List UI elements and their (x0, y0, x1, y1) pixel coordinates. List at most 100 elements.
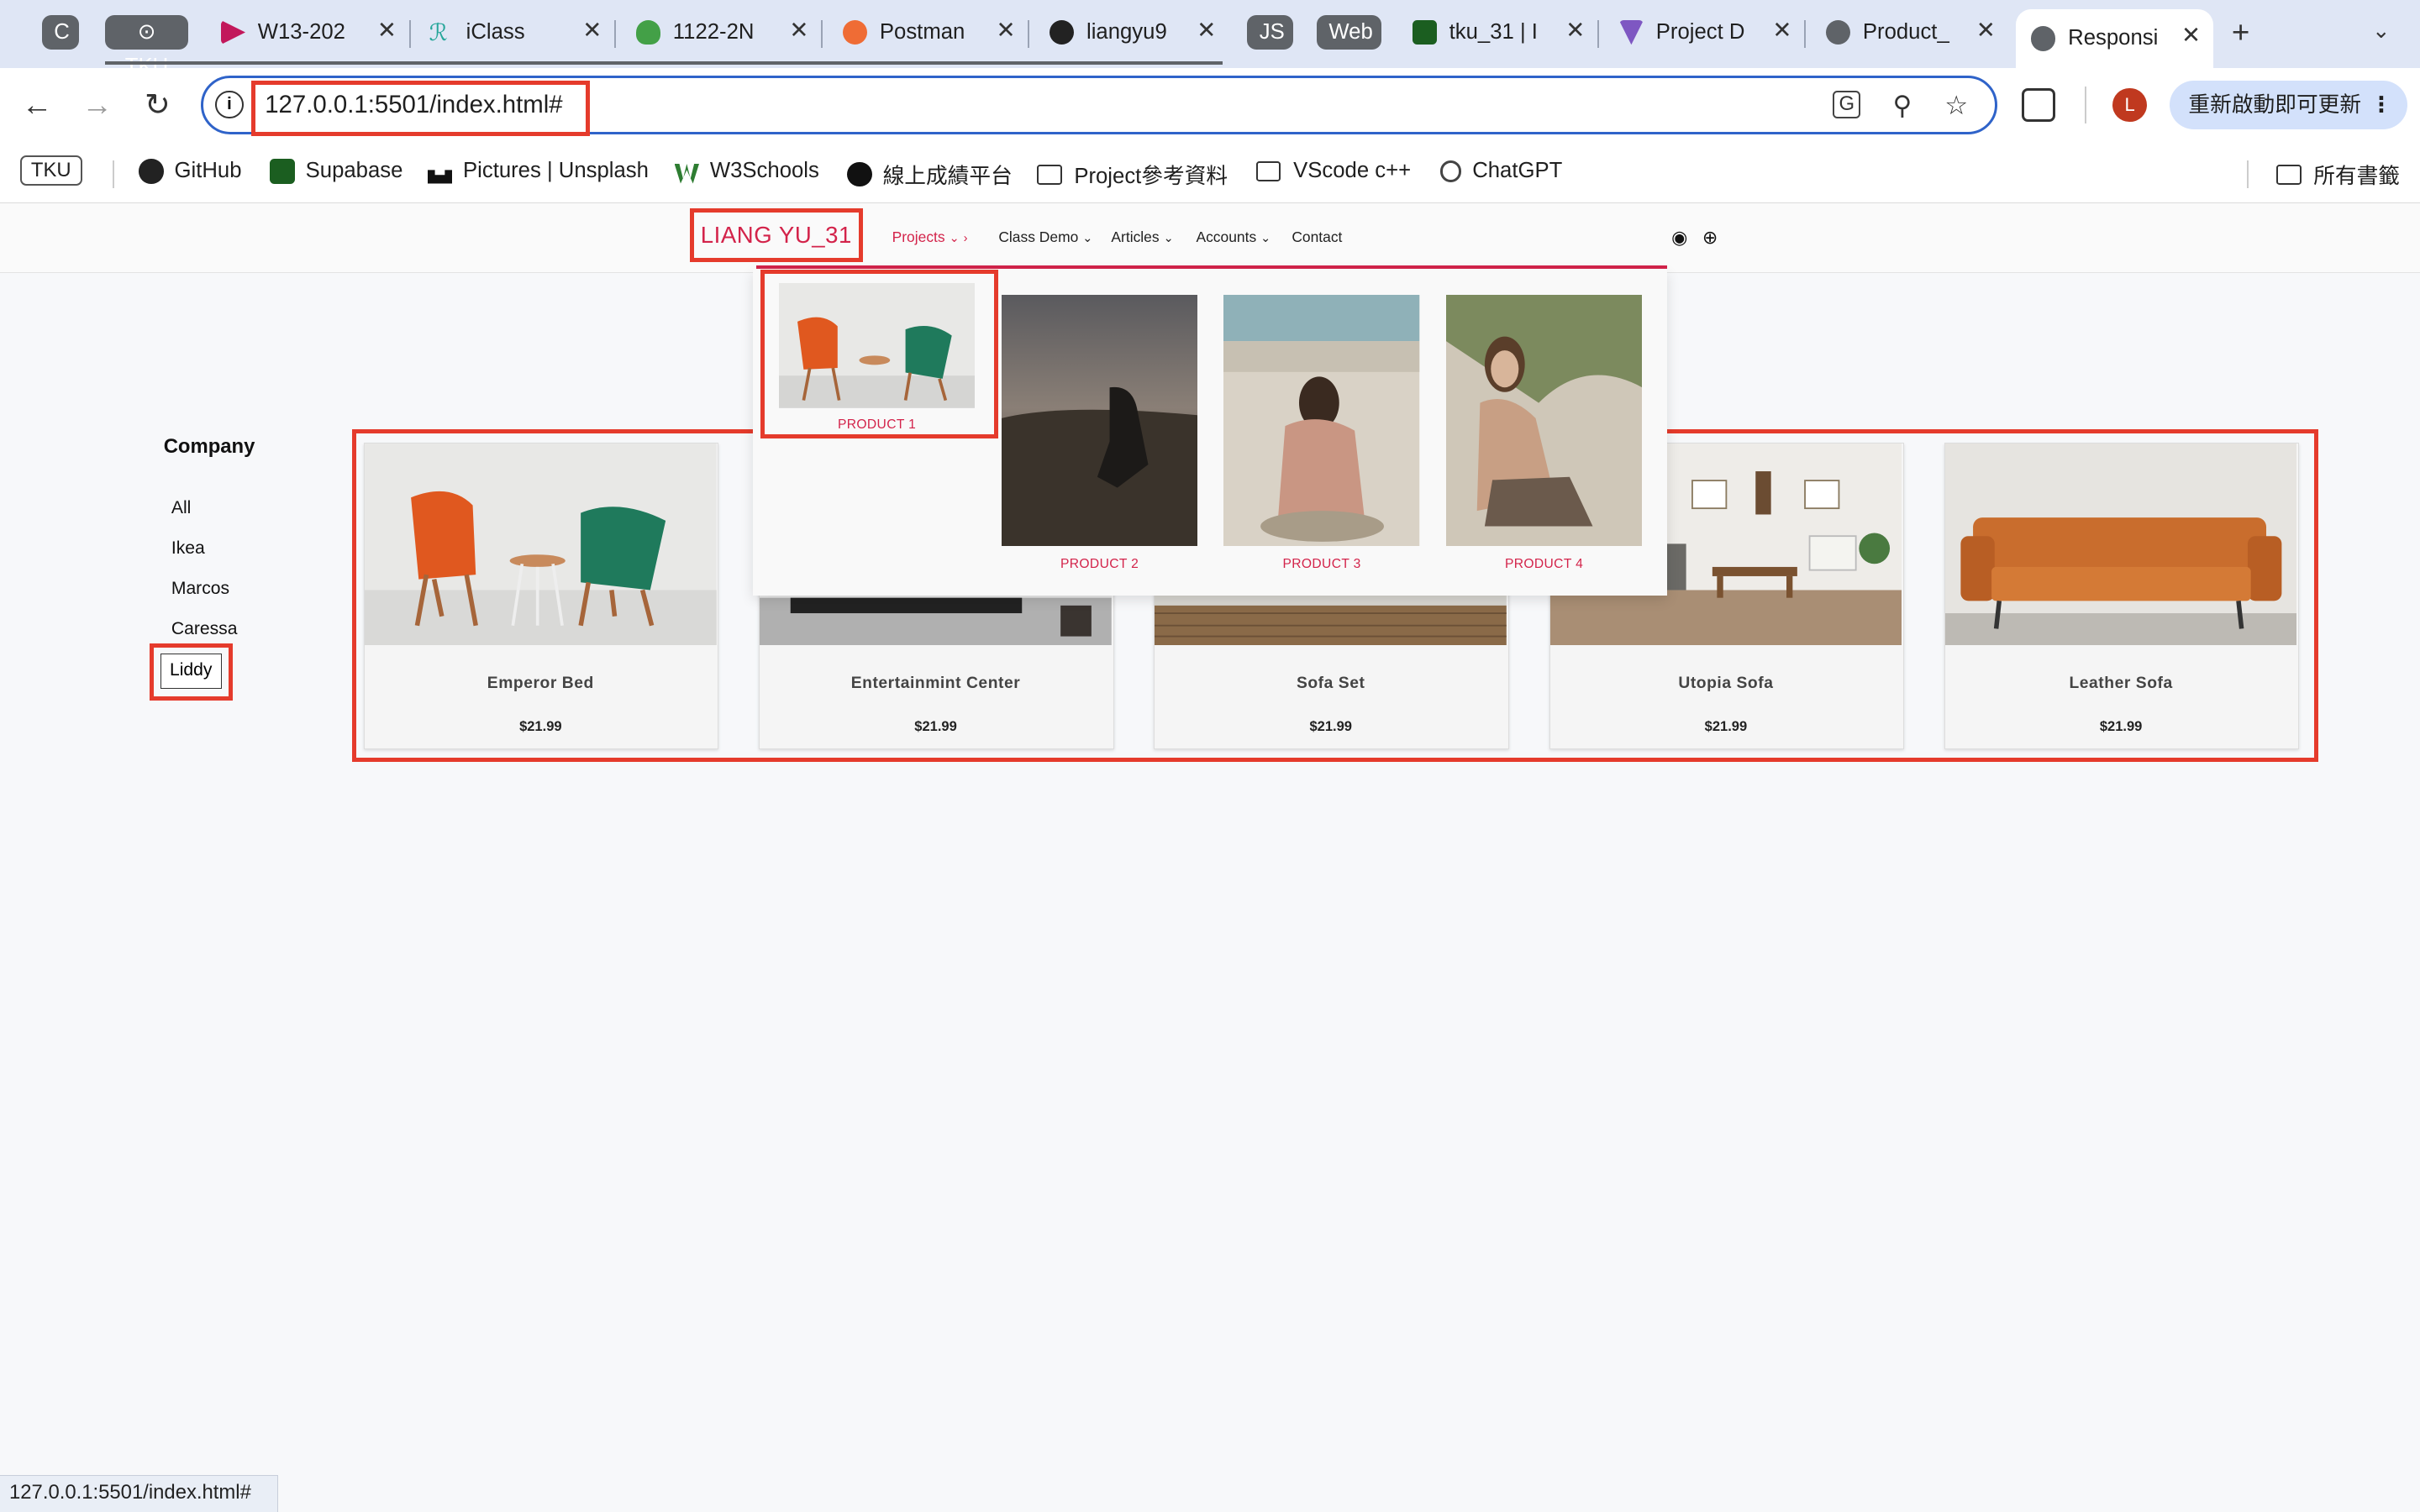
bookmark-chatgpt[interactable]: ChatGPT (1439, 159, 1563, 183)
bookmark-tku[interactable]: TKU (19, 155, 82, 186)
globe-icon (1825, 19, 1851, 45)
update-button[interactable]: 重新啟動即可更新 ⋮ (2170, 80, 2408, 130)
tab-postman[interactable]: Postman ✕ (827, 8, 1030, 57)
tab-group-c[interactable]: C (41, 15, 79, 50)
nav-accounts[interactable]: Accounts ⌄ (1196, 228, 1270, 246)
close-icon[interactable]: ✕ (1976, 17, 1996, 44)
company-caressa[interactable]: Caressa (171, 619, 238, 639)
tab-liangyu[interactable]: liangyu9 ✕ (1034, 8, 1228, 57)
bookmark-label: Pictures | Unsplash (462, 159, 649, 183)
nav-projects[interactable]: Projects ⌄ › (892, 228, 968, 246)
product-name: Emperor Bed (487, 675, 594, 693)
tab-group-tku[interactable]: ⊙ TKU (104, 15, 189, 78)
product-image (1944, 443, 2297, 646)
star-icon[interactable]: ☆ (1941, 91, 1972, 122)
projects-dropdown: PRODUCT 1 PRODUCT 2 PRODUCT 3 PRODUCT 4 (753, 268, 1667, 596)
all-bookmarks[interactable]: 所有書籤 (2276, 159, 2400, 190)
w3schools-icon (674, 164, 699, 184)
toolbar-divider (2085, 86, 2087, 123)
product-price: $21.99 (519, 717, 562, 734)
tab-project[interactable]: Project D ✕ (1603, 8, 1806, 57)
bookmark-grades[interactable]: 線上成績平台 (847, 159, 1013, 190)
folder-icon (2276, 164, 2302, 185)
new-tab-button[interactable]: + (2232, 15, 2249, 50)
site-brand[interactable]: LIANG YU_31 (690, 207, 863, 263)
company-ikea[interactable]: Ikea (171, 538, 205, 559)
globe-icon[interactable]: ⊕ (1702, 227, 1718, 249)
dropdown-label: PRODUCT 1 (837, 417, 917, 433)
bookmark-w3schools[interactable]: W3Schools (674, 159, 819, 184)
unsplash-icon (427, 170, 453, 184)
product-name: Leather Sofa (2069, 675, 2173, 693)
github-icon[interactable]: ◉ (1671, 227, 1687, 249)
github-icon (139, 159, 164, 184)
bookmark-unsplash[interactable]: Pictures | Unsplash (427, 159, 649, 184)
tab-responsive-active[interactable]: Responsi ✕ (2015, 9, 2213, 68)
tab-group-web[interactable]: Web (1316, 15, 1381, 50)
company-liddy[interactable]: Liddy (160, 654, 222, 690)
nav-articles[interactable]: Articles ⌄ (1111, 228, 1173, 246)
tab-group-underline (104, 61, 1223, 66)
platform-icon (847, 161, 872, 187)
bookmark-divider (2247, 160, 2249, 189)
tab-search-icon[interactable]: ⌄ (2372, 18, 2391, 44)
nav-contact[interactable]: Contact (1292, 228, 1342, 246)
github-icon (1049, 19, 1075, 45)
product-price: $21.99 (1309, 717, 1352, 734)
bookmark-label: W3Schools (709, 159, 819, 183)
close-icon[interactable]: ✕ (377, 17, 397, 44)
company-marcos[interactable]: Marcos (171, 579, 229, 599)
tab-title: tku_31 | I (1449, 20, 1538, 45)
close-icon[interactable]: ✕ (1772, 17, 1791, 44)
nav-class-demo[interactable]: Class Demo ⌄ (998, 228, 1092, 246)
bookmark-label: ChatGPT (1472, 159, 1563, 183)
bookmark-github[interactable]: GitHub (139, 159, 242, 184)
dropdown-item-product-1[interactable]: PRODUCT 1 (760, 270, 999, 438)
chevron-right-icon: › (963, 231, 968, 245)
evernote-icon (635, 19, 661, 45)
company-all[interactable]: All (171, 498, 191, 518)
menu-dots-icon[interactable]: ⋮ (2370, 81, 2392, 130)
tab-title: iClass (466, 20, 525, 45)
close-icon[interactable]: ✕ (2181, 22, 2201, 49)
tab-1122[interactable]: 1122-2N ✕ (620, 8, 823, 57)
status-bar: 127.0.0.1:5501/index.html# (0, 1474, 278, 1512)
site-info-icon[interactable]: i (215, 90, 244, 118)
extensions-icon[interactable] (2022, 87, 2056, 123)
close-icon[interactable]: ✕ (996, 17, 1015, 44)
tab-product[interactable]: Product_ ✕ (1810, 8, 2007, 57)
dropdown-item-product-2[interactable]: PRODUCT 2 (1002, 294, 1198, 571)
tab-favicon-icon (220, 19, 245, 45)
close-icon[interactable]: ✕ (1565, 17, 1585, 44)
profile-avatar[interactable]: L (2112, 87, 2147, 123)
company-heading: Company (163, 434, 255, 458)
bookmark-supabase[interactable]: Supabase (270, 159, 402, 184)
reload-icon[interactable]: ↻ (139, 87, 176, 123)
bookmark-folder-vscode[interactable]: VScode c++ (1256, 159, 1411, 183)
dropdown-item-product-3[interactable]: PRODUCT 3 (1223, 294, 1420, 571)
tab-iclass[interactable]: ℛ iClass ✕ (413, 8, 616, 57)
zoom-icon[interactable]: ⚲ (1887, 91, 1918, 122)
forward-icon[interactable]: → (79, 87, 116, 123)
supabase-icon (1412, 19, 1437, 45)
bookmark-label: 所有書籤 (2313, 165, 2401, 189)
product-card[interactable]: Leather Sofa $21.99 (1944, 442, 2300, 750)
product-card[interactable]: Emperor Bed $21.99 (363, 442, 719, 750)
folder-icon (1256, 160, 1281, 181)
tab-group-js[interactable]: JS (1247, 15, 1294, 50)
chevron-down-icon: ⌄ (1163, 231, 1174, 245)
tab-w13[interactable]: W13-202 ✕ (205, 8, 411, 57)
folder-icon (1037, 164, 1062, 185)
close-icon[interactable]: ✕ (789, 17, 808, 44)
close-icon[interactable]: ✕ (1197, 17, 1216, 44)
back-icon[interactable]: ← (18, 87, 55, 123)
bookmark-folder-project[interactable]: Project參考資料 (1037, 159, 1228, 190)
tab-title: 1122-2N (672, 20, 755, 45)
site-navbar: LIANG YU_31 Projects ⌄ › Class Demo ⌄ Ar… (0, 203, 2420, 274)
chevron-down-icon: ⌄ (1260, 231, 1271, 245)
dropdown-item-product-4[interactable]: PRODUCT 4 (1445, 294, 1643, 571)
tab-tku31[interactable]: tku_31 | I ✕ (1397, 8, 1599, 57)
close-icon[interactable]: ✕ (582, 17, 602, 44)
link-icon: ⊙ (137, 20, 156, 45)
translate-icon[interactable]: G (1833, 90, 1861, 118)
